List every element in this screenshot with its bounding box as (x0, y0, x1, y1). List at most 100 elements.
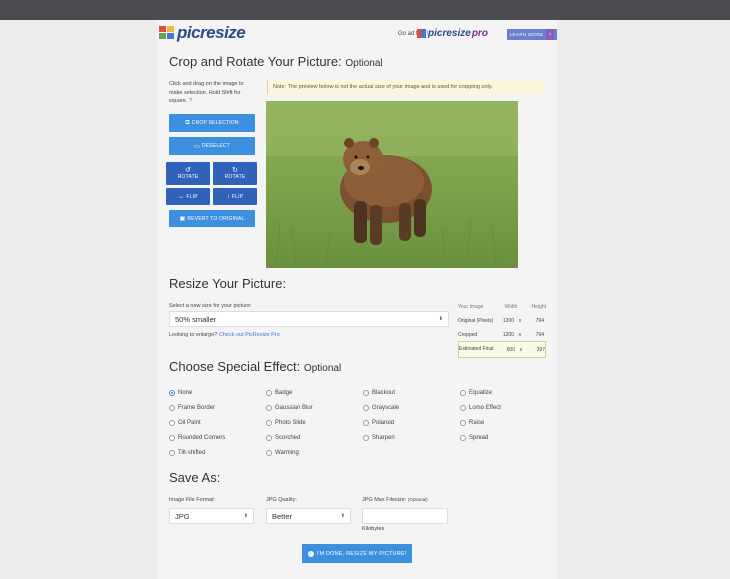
effect-option-label: Warming (275, 449, 299, 456)
radio-icon (363, 389, 369, 396)
dim-row-x: x (518, 332, 522, 338)
effect-option[interactable]: Blackout (363, 385, 399, 400)
effect-option[interactable]: None (169, 385, 225, 400)
crop-title-text: Crop and Rotate Your Picture: (169, 54, 342, 69)
max-filesize-input[interactable] (362, 508, 448, 524)
effect-option[interactable]: Equalize (460, 385, 501, 400)
help-icon[interactable]: ? (189, 98, 192, 104)
effect-option[interactable]: Rounded Corners (169, 430, 225, 445)
preview-note: Note: The preview below is not the actua… (267, 80, 545, 94)
picresize-pro-logo[interactable]: picresize pro (417, 28, 488, 39)
dimensions-header: Your Image Width Height (458, 302, 546, 311)
dimensions-row-cropped: Cropped 1200 x 794 (458, 329, 546, 341)
effect-option[interactable]: Gaussian Blur (266, 400, 313, 415)
effect-column-1: None Frame Border Oil Paint Rounded Corn… (169, 385, 225, 460)
effect-option[interactable]: Raise (460, 415, 501, 430)
dim-header-image: Your Image (458, 303, 484, 310)
radio-icon (363, 419, 369, 426)
flip-vertical-button[interactable]: ↕ FLIP (213, 188, 257, 205)
rotate-right-button[interactable]: ↻ ROTATE (213, 162, 257, 185)
effect-option-label: Raise (469, 419, 485, 426)
flip-horizontal-button[interactable]: ↔ FLIP (166, 188, 210, 205)
radio-icon (266, 449, 272, 456)
effect-option-label: Lomo Effect (469, 404, 501, 411)
quality-label: JPG Quality: (266, 497, 297, 503)
radio-icon (460, 434, 466, 441)
effect-option[interactable]: Scorched (266, 430, 313, 445)
max-filesize-label-text: JPG Max Filesize: (362, 497, 407, 503)
effect-option-label: Polaroid (372, 419, 395, 426)
enlarge-text: Looking to enlarge? Check out PicResize … (169, 332, 280, 338)
save-section-title: Save As: (169, 470, 221, 485)
effect-option[interactable]: Polaroid (363, 415, 399, 430)
picresize-pro-link[interactable]: Check out PicResize Pro (219, 332, 280, 338)
picresize-logo[interactable]: picresize (159, 23, 251, 42)
rotate-left-button[interactable]: ↺ ROTATE (166, 162, 210, 185)
effect-option-label: Grayscale (372, 404, 400, 411)
pro-logo-mark-icon (417, 29, 426, 38)
radio-icon (266, 434, 272, 441)
pro-logo-text: picresize (428, 28, 471, 39)
radio-selected-icon (169, 389, 175, 396)
flip-vertical-icon: ↕ (226, 193, 230, 200)
radio-icon (363, 404, 369, 411)
effect-option-label: Badge (275, 389, 293, 396)
effect-option[interactable]: Oil Paint (169, 415, 225, 430)
logo-text: picresize (177, 23, 246, 42)
dim-row-width: 1200 (502, 318, 514, 324)
revert-icon: ▣ (179, 216, 186, 222)
resize-size-select[interactable]: 50% smaller ⬍ (169, 311, 449, 327)
resize-select-label: Select a new size for your picture: (169, 303, 252, 309)
dim-header-width: Width (504, 303, 518, 310)
radio-icon (266, 419, 272, 426)
enlarge-question: Looking to enlarge? (169, 332, 218, 338)
quality-select[interactable]: Better ⬍ (266, 508, 351, 524)
dim-row-height: 794 (535, 332, 544, 338)
select-caret-icon: ⬍ (438, 316, 443, 322)
learn-more-arrow-icon: › (546, 29, 555, 40)
effect-option[interactable]: Lomo Effect (460, 400, 501, 415)
learn-more-button[interactable]: LEARN MORE › (507, 29, 557, 40)
radio-icon (169, 404, 175, 411)
dim-header-height: Height (531, 303, 546, 310)
crop-selection-button[interactable]: ⧉ CROP SELECTION (169, 114, 255, 132)
effect-option[interactable]: Grayscale (363, 400, 399, 415)
effect-option-label: Photo Slide (275, 419, 306, 426)
effect-option-label: Sharpen (372, 434, 395, 441)
deselect-icon: ▭ (194, 143, 200, 150)
effect-option[interactable]: Spread (460, 430, 501, 445)
effect-option[interactable]: Frame Border (169, 400, 225, 415)
crop-title-optional: Optional (345, 58, 383, 69)
effect-option[interactable]: Sharpen (363, 430, 399, 445)
radio-icon (169, 434, 175, 441)
format-select[interactable]: JPG ⬍ (169, 508, 254, 524)
effect-options: None Frame Border Oil Paint Rounded Corn… (169, 385, 549, 465)
logo-mark-icon (159, 26, 175, 40)
crop-preview-image[interactable] (266, 101, 518, 268)
bear-photo (266, 101, 518, 268)
dim-row-label: Original (Pixels) (458, 317, 494, 324)
crop-selection-label: CROP SELECTION (191, 120, 239, 126)
check-circle-icon: ✓ (307, 550, 314, 557)
effect-option[interactable]: Badge (266, 385, 313, 400)
page-content: picresize Go ad free! picresize pro LEAR… (157, 20, 557, 579)
effect-option-label: Blackout (372, 389, 396, 396)
resize-submit-button[interactable]: ✓ I'M DONE, RESIZE MY PICTURE! (302, 544, 412, 563)
effect-option[interactable]: Photo Slide (266, 415, 313, 430)
crop-help-text-body: Click and drag on the image to make sele… (169, 81, 244, 104)
effect-option[interactable]: Warming (266, 445, 313, 460)
revert-to-original-button[interactable]: ▣ REVERT TO ORIGINAL (169, 210, 255, 227)
crop-section-title: Crop and Rotate Your Picture: Optional (169, 54, 383, 69)
radio-icon (460, 389, 466, 396)
quality-value: Better (272, 511, 293, 521)
effect-option-label: Scorched (275, 434, 301, 441)
deselect-button[interactable]: ▭ DESELECT (169, 137, 255, 155)
max-filesize-optional: (Optional) (407, 497, 428, 502)
effect-option[interactable]: Tilt-shifted (169, 445, 225, 460)
effect-column-4: Equalize Lomo Effect Raise Spread (460, 385, 501, 445)
dim-row-height: 794 (535, 318, 544, 324)
effect-section-title: Choose Special Effect: Optional (169, 359, 341, 374)
dim-row-width: 1200 (502, 332, 514, 338)
radio-icon (266, 404, 272, 411)
rotate-left-label: ROTATE (177, 174, 199, 180)
